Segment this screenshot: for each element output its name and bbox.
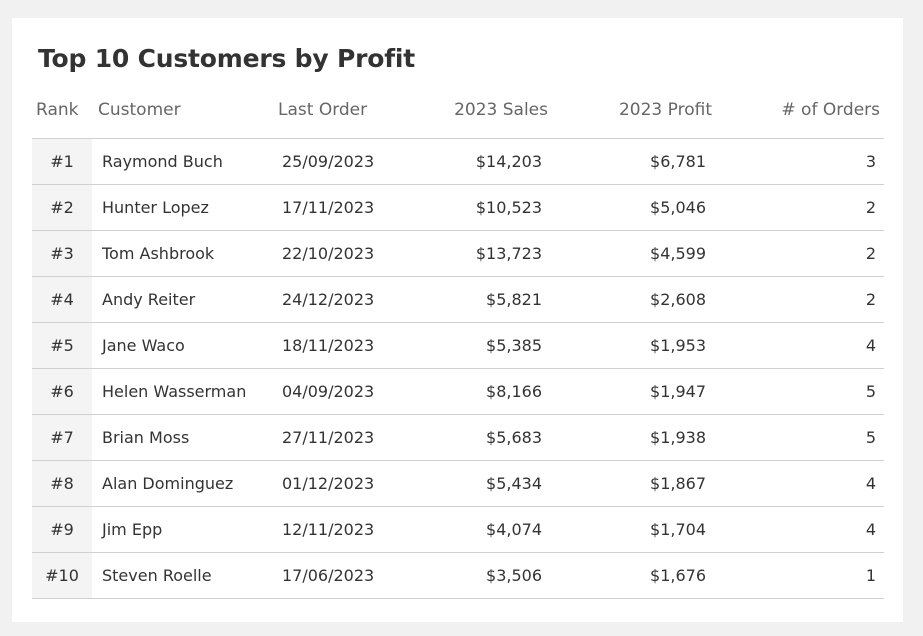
page-title: Top 10 Customers by Profit <box>38 44 415 73</box>
rank-cell: #4 <box>32 276 92 323</box>
column-header-last-order[interactable]: Last Order <box>272 86 412 139</box>
sales-cell: $14,203 <box>412 138 550 185</box>
rank-cell: #6 <box>32 368 92 415</box>
profit-cell: $4,599 <box>550 230 714 277</box>
orders-cell: 4 <box>714 506 884 553</box>
profit-cell: $1,704 <box>550 506 714 553</box>
profit-cell: $1,867 <box>550 460 714 507</box>
column-header-rank[interactable]: Rank <box>32 86 92 139</box>
rank-cell: #3 <box>32 230 92 277</box>
sales-cell: $5,385 <box>412 322 550 369</box>
orders-cell: 2 <box>714 230 884 277</box>
last-order-cell: 01/12/2023 <box>272 460 412 507</box>
sales-cell: $3,506 <box>412 552 550 599</box>
orders-cell: 3 <box>714 138 884 185</box>
rank-cell: #2 <box>32 184 92 231</box>
last-order-cell: 17/06/2023 <box>272 552 412 599</box>
customers-table: Rank Customer Last Order 2023 Sales 2023… <box>32 86 884 599</box>
rank-cell: #10 <box>32 552 92 599</box>
sales-cell: $5,821 <box>412 276 550 323</box>
last-order-cell: 24/12/2023 <box>272 276 412 323</box>
customer-cell: Helen Wasserman <box>92 368 272 415</box>
table-row[interactable]: #1 Raymond Buch 25/09/2023 $14,203 $6,78… <box>32 138 884 185</box>
customer-cell: Jim Epp <box>92 506 272 553</box>
customer-cell: Alan Dominguez <box>92 460 272 507</box>
sales-cell: $8,166 <box>412 368 550 415</box>
customer-cell: Steven Roelle <box>92 552 272 599</box>
column-header-orders[interactable]: # of Orders <box>714 86 884 139</box>
last-order-cell: 17/11/2023 <box>272 184 412 231</box>
table-row[interactable]: #5 Jane Waco 18/11/2023 $5,385 $1,953 4 <box>32 322 884 369</box>
customers-table-card: Top 10 Customers by Profit Rank Customer… <box>12 18 903 622</box>
customer-cell: Hunter Lopez <box>92 184 272 231</box>
rank-cell: #5 <box>32 322 92 369</box>
column-header-sales[interactable]: 2023 Sales <box>412 86 550 139</box>
customer-cell: Jane Waco <box>92 322 272 369</box>
customer-cell: Raymond Buch <box>92 138 272 185</box>
table-row[interactable]: #9 Jim Epp 12/11/2023 $4,074 $1,704 4 <box>32 506 884 553</box>
orders-cell: 4 <box>714 460 884 507</box>
table-row[interactable]: #3 Tom Ashbrook 22/10/2023 $13,723 $4,59… <box>32 230 884 277</box>
sales-cell: $13,723 <box>412 230 550 277</box>
sales-cell: $4,074 <box>412 506 550 553</box>
table-row[interactable]: #2 Hunter Lopez 17/11/2023 $10,523 $5,04… <box>32 184 884 231</box>
sales-cell: $5,434 <box>412 460 550 507</box>
table-header-row: Rank Customer Last Order 2023 Sales 2023… <box>32 86 884 139</box>
sales-cell: $5,683 <box>412 414 550 461</box>
profit-cell: $1,938 <box>550 414 714 461</box>
orders-cell: 5 <box>714 414 884 461</box>
table-row[interactable]: #10 Steven Roelle 17/06/2023 $3,506 $1,6… <box>32 552 884 599</box>
profit-cell: $5,046 <box>550 184 714 231</box>
profit-cell: $1,676 <box>550 552 714 599</box>
table-row[interactable]: #4 Andy Reiter 24/12/2023 $5,821 $2,608 … <box>32 276 884 323</box>
profit-cell: $1,953 <box>550 322 714 369</box>
profit-cell: $2,608 <box>550 276 714 323</box>
column-header-customer[interactable]: Customer <box>92 86 272 139</box>
orders-cell: 5 <box>714 368 884 415</box>
customer-cell: Brian Moss <box>92 414 272 461</box>
last-order-cell: 04/09/2023 <box>272 368 412 415</box>
rank-cell: #1 <box>32 138 92 185</box>
last-order-cell: 12/11/2023 <box>272 506 412 553</box>
orders-cell: 1 <box>714 552 884 599</box>
orders-cell: 4 <box>714 322 884 369</box>
column-header-profit[interactable]: 2023 Profit <box>550 86 714 139</box>
rank-cell: #9 <box>32 506 92 553</box>
table-row[interactable]: #7 Brian Moss 27/11/2023 $5,683 $1,938 5 <box>32 414 884 461</box>
profit-cell: $1,947 <box>550 368 714 415</box>
orders-cell: 2 <box>714 184 884 231</box>
rank-cell: #8 <box>32 460 92 507</box>
last-order-cell: 27/11/2023 <box>272 414 412 461</box>
table-row[interactable]: #8 Alan Dominguez 01/12/2023 $5,434 $1,8… <box>32 460 884 507</box>
last-order-cell: 22/10/2023 <box>272 230 412 277</box>
customer-cell: Andy Reiter <box>92 276 272 323</box>
profit-cell: $6,781 <box>550 138 714 185</box>
last-order-cell: 18/11/2023 <box>272 322 412 369</box>
last-order-cell: 25/09/2023 <box>272 138 412 185</box>
table-row[interactable]: #6 Helen Wasserman 04/09/2023 $8,166 $1,… <box>32 368 884 415</box>
customer-cell: Tom Ashbrook <box>92 230 272 277</box>
rank-cell: #7 <box>32 414 92 461</box>
orders-cell: 2 <box>714 276 884 323</box>
sales-cell: $10,523 <box>412 184 550 231</box>
